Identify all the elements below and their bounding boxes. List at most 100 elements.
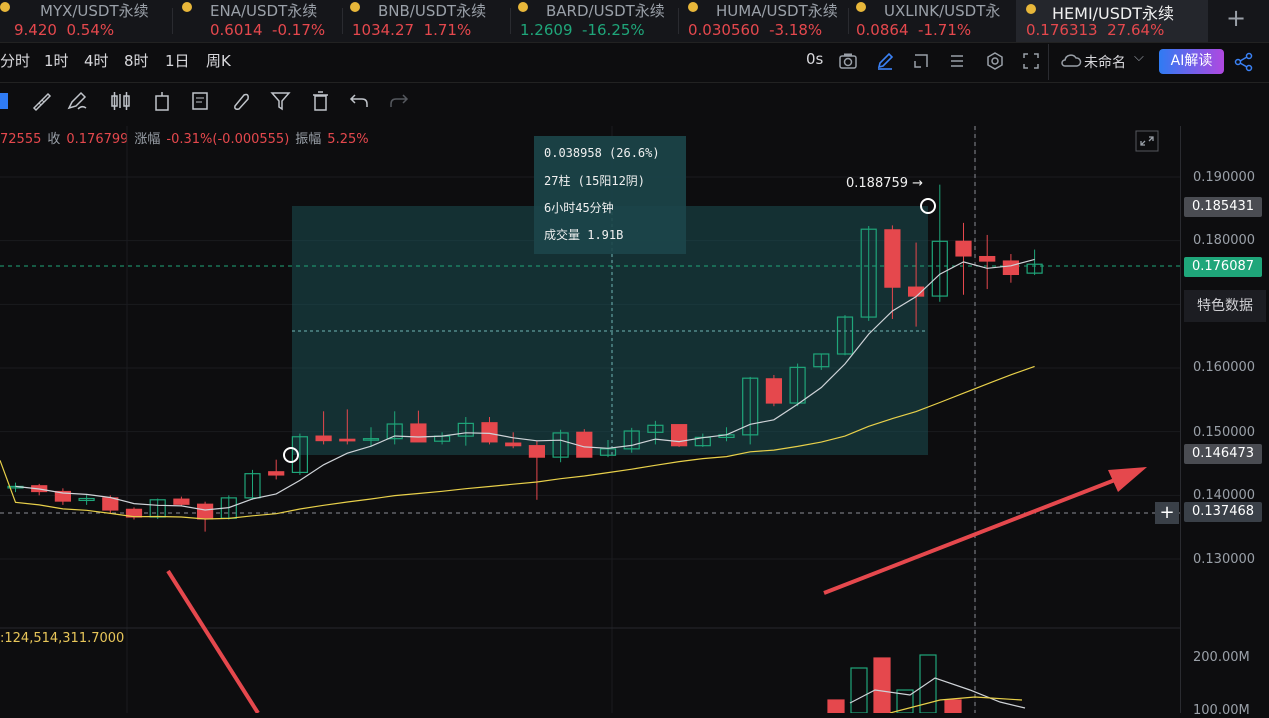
measure-volume: 成交量 1.91B	[544, 228, 624, 242]
measure-duration: 6小时45分钟	[544, 201, 614, 215]
tab-name: BARD/USDT永续	[546, 2, 665, 20]
ai-interpret-button[interactable]: AI解读	[1159, 49, 1224, 74]
note-tool-icon[interactable]	[190, 90, 214, 114]
tf-8h[interactable]: 8时	[124, 50, 149, 71]
tab-price: 0.0864	[856, 21, 909, 39]
pencil-icon[interactable]	[876, 52, 894, 70]
coin-icon	[518, 2, 528, 12]
tab-price: 9.420	[14, 21, 57, 39]
fullscreen-icon[interactable]	[1022, 52, 1040, 70]
tf-1d[interactable]: 1日	[165, 50, 190, 71]
chevron-down-icon[interactable]: ⌵	[1134, 50, 1144, 65]
coin-icon	[350, 2, 360, 12]
brush-tool-icon[interactable]	[66, 90, 90, 114]
tab-bard[interactable]: BARD/USDT永续 1.2609 -16.25%	[518, 0, 678, 42]
tab-divider	[848, 8, 849, 34]
tab-change: -1.71%	[918, 21, 972, 39]
axis-tick: 0.140000	[1193, 488, 1256, 503]
candle-body	[102, 497, 119, 511]
crosshair-price-tag: 0.137468	[1184, 502, 1262, 522]
magnet-tool-icon[interactable]	[230, 90, 254, 114]
high-price-tag: 0.185431	[1184, 197, 1262, 217]
tab-divider	[342, 8, 343, 34]
undo-icon[interactable]	[348, 90, 372, 114]
tab-name: BNB/USDT永续	[378, 2, 487, 20]
coin-icon	[1026, 4, 1036, 14]
indicator-tool-icon[interactable]	[152, 90, 176, 114]
coin-icon	[856, 2, 866, 12]
axis-tick: 0.190000	[1193, 170, 1256, 185]
tab-huma[interactable]: HUMA/USDT永续 0.030560 -3.18%	[688, 0, 848, 42]
tf-week[interactable]: 周K	[206, 50, 231, 71]
tab-change: 1.71%	[423, 21, 472, 39]
add-tab-icon[interactable]: +	[1226, 4, 1246, 32]
volume-label: :124,514,311.7000	[0, 631, 125, 646]
tab-ena[interactable]: ENA/USDT永续 0.6014 -0.17%	[182, 0, 342, 42]
refresh-interval[interactable]: 0s	[806, 50, 823, 68]
tab-change: -16.25%	[582, 21, 645, 39]
expand-panel-icon[interactable]	[912, 52, 930, 70]
annotation-arrow-head	[1108, 467, 1147, 492]
candle-tool-icon[interactable]	[110, 90, 134, 114]
candle-body	[339, 438, 356, 442]
coin-icon	[688, 2, 698, 12]
tab-change: -0.17%	[272, 21, 326, 39]
tab-myx[interactable]: MYX/USDT永续 9.420 0.54%	[0, 0, 170, 42]
volume-bar	[873, 657, 891, 713]
tf-1h[interactable]: 1时	[44, 50, 69, 71]
camera-icon[interactable]	[838, 52, 858, 70]
share-icon[interactable]	[1234, 52, 1254, 72]
coin-icon	[0, 2, 10, 12]
tab-divider	[510, 8, 511, 34]
crosshair-plus-icon[interactable]: +	[1155, 502, 1179, 524]
tab-bnb[interactable]: BNB/USDT永续 1034.27 1.71%	[350, 0, 510, 42]
tab-uxlink[interactable]: UXLINK/USDT永 0.0864 -1.71%	[856, 0, 1006, 42]
coin-icon	[182, 2, 192, 12]
divider	[0, 82, 1269, 83]
tf-intraday[interactable]: 分时	[0, 50, 30, 71]
axis-tick: 0.180000	[1193, 233, 1256, 248]
tab-name: MYX/USDT永续	[40, 2, 149, 20]
cursor-tool-icon[interactable]	[0, 90, 24, 114]
tab-divider	[678, 8, 679, 34]
volume-bar	[827, 699, 845, 713]
feature-data-button[interactable]: 特色数据	[1184, 290, 1266, 322]
volume-bar	[944, 699, 962, 713]
candle-body	[1002, 260, 1020, 276]
tab-price: 0.176313	[1026, 21, 1098, 39]
tab-divider	[172, 8, 173, 34]
tab-price: 0.030560	[688, 21, 760, 39]
axis-divider	[1180, 126, 1181, 713]
annotation-arrow-line	[166, 569, 260, 713]
tab-name: HUMA/USDT永续	[716, 2, 838, 20]
tab-hemi-active[interactable]: HEMI/USDT永续 0.176313 27.64%	[1016, 0, 1208, 42]
candle-body	[505, 442, 522, 447]
volume-axis-tick: 100.00M	[1193, 703, 1250, 718]
tab-name: UXLINK/USDT永	[884, 2, 1001, 20]
range-low-tag: 0.146473	[1184, 444, 1262, 464]
layout-name[interactable]: 未命名	[1084, 52, 1126, 72]
redo-icon[interactable]	[388, 90, 412, 114]
settings-gear-icon[interactable]	[986, 52, 1004, 70]
tf-4h[interactable]: 4时	[84, 50, 109, 71]
cloud-icon	[1061, 54, 1082, 67]
candle-body	[315, 435, 332, 442]
ruler-tool-icon[interactable]	[30, 90, 54, 114]
expand-chart-icon[interactable]	[1135, 130, 1159, 152]
candle-body	[197, 503, 214, 520]
axis-tick: 0.160000	[1193, 360, 1256, 375]
candle-body	[670, 424, 688, 447]
candle-body	[576, 431, 593, 458]
candle-body	[173, 498, 190, 505]
trash-tool-icon[interactable]	[310, 90, 334, 114]
measure-bars: 27柱 (15阳12阴)	[544, 174, 646, 188]
axis-tick: 0.130000	[1193, 552, 1256, 567]
volume-axis-tick: 200.00M	[1193, 650, 1250, 665]
candle-body	[765, 378, 783, 404]
candle-body	[979, 255, 996, 262]
filter-tool-icon[interactable]	[270, 90, 294, 114]
candle-body	[528, 445, 546, 458]
tab-change: -3.18%	[769, 21, 823, 39]
list-icon[interactable]	[948, 52, 966, 70]
tab-price: 1.2609	[520, 21, 573, 39]
